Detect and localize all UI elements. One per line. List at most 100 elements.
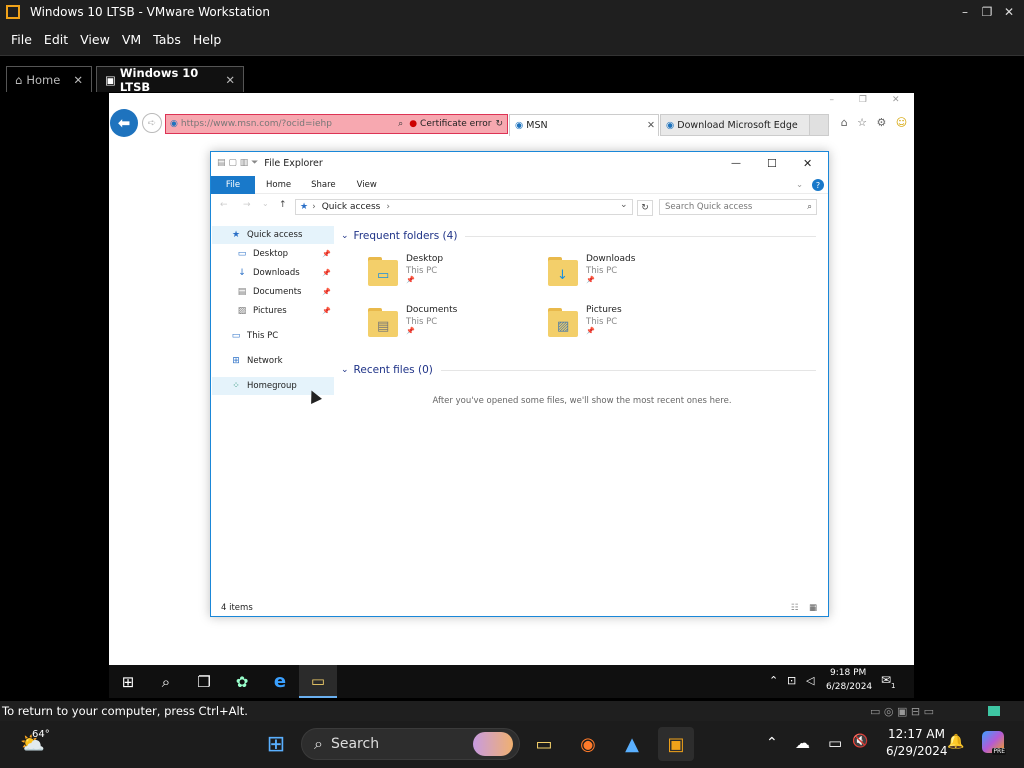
tab-vm-close-icon[interactable]: ✕ [225, 73, 235, 87]
network-tray-icon[interactable]: ⊡ [787, 674, 796, 687]
nav-back-icon[interactable]: ← [220, 200, 228, 210]
host-search-box[interactable]: ⌕ Search [301, 728, 520, 760]
action-center-icon[interactable]: ✉ [881, 673, 891, 687]
app-icon[interactable]: ✿ [223, 665, 261, 698]
home-icon[interactable]: ⌂ [841, 116, 848, 132]
ribbon-view-tab[interactable]: View [357, 180, 377, 190]
menu-file[interactable]: File [11, 32, 32, 47]
cert-error-label[interactable]: Certificate error [420, 119, 491, 129]
copilot-icon[interactable]: PRE [982, 731, 1006, 755]
host-clock-time[interactable]: 12:17 AM [888, 727, 945, 741]
ribbon-expand-icon[interactable]: ⌄ [796, 180, 803, 190]
nav-item-desktop[interactable]: ▭ Desktop 📌 [212, 245, 334, 263]
explorer-minimize-button[interactable]: — [731, 158, 741, 169]
task-view-icon[interactable]: ❐ [185, 665, 223, 698]
folder-tile-desktop[interactable]: ▭ Desktop This PC 📌 [368, 254, 538, 294]
explorer-address-bar[interactable]: ★ › Quick access › ⌄ [295, 199, 633, 215]
ie-minimize-button[interactable]: – [829, 95, 834, 109]
gear-icon[interactable]: ⚙ [876, 116, 886, 132]
nav-label: This PC [247, 331, 279, 341]
windows-start-icon[interactable]: ⊞ [258, 727, 294, 761]
folder-tile-pictures[interactable]: ▨ Pictures This PC 📌 [548, 305, 718, 345]
maximize-button[interactable]: ❐ [976, 0, 998, 24]
nav-item-pictures[interactable]: ▨ Pictures 📌 [212, 302, 334, 320]
ribbon-home-tab[interactable]: Home [266, 180, 291, 190]
recent-locations-icon[interactable]: ⌄ [262, 199, 269, 208]
address-bar[interactable]: ◉ https://www.msn.com/?ocid=iehp ⌕ ● Cer… [165, 114, 508, 134]
photos-icon[interactable]: ▲ [614, 727, 650, 761]
menu-edit[interactable]: Edit [44, 32, 68, 47]
minimize-button[interactable]: – [954, 0, 976, 24]
tray-chevron-icon[interactable]: ⌃ [766, 735, 778, 751]
refresh-icon[interactable]: ↻ [495, 119, 503, 129]
internet-explorer-icon[interactable]: e [261, 665, 299, 698]
folder-tile-downloads[interactable]: ↓ Downloads This PC 📌 [548, 254, 718, 294]
help-icon[interactable]: ? [812, 179, 824, 191]
ie-tab-download-edge[interactable]: ◉ Download Microsoft Edge [660, 114, 828, 136]
search-input[interactable]: Search Quick access ⌕ [659, 199, 817, 215]
close-button[interactable]: ✕ [998, 0, 1020, 24]
breadcrumb-separator-end[interactable]: › [386, 202, 390, 212]
weather-temp[interactable]: 64° [32, 729, 50, 740]
search-icon[interactable]: ⌕ [147, 665, 185, 698]
explorer-close-button[interactable]: ✕ [803, 157, 812, 170]
nav-forward-icon[interactable]: → [243, 200, 251, 210]
url-text[interactable]: https://www.msn.com/?ocid=iehp [181, 119, 398, 129]
bell-icon[interactable]: 🔔 [947, 734, 964, 750]
volume-muted-icon[interactable]: 🔇 [852, 734, 868, 749]
pin-icon: 📌 [586, 276, 595, 284]
explorer-maximize-button[interactable]: ☐ [767, 157, 777, 170]
host-clock-date[interactable]: 6/29/2024 [886, 744, 948, 758]
details-view-icon[interactable]: ☷ [791, 603, 799, 613]
vmware-taskbar-icon[interactable]: ▣ [658, 727, 694, 761]
tab-msn-close-icon[interactable]: ✕ [647, 120, 655, 131]
ie-close-button[interactable]: ✕ [892, 95, 900, 109]
pin-icon: 📌 [406, 276, 415, 284]
address-refresh-icon[interactable]: ↻ [637, 200, 653, 216]
breadcrumb-quick-access[interactable]: Quick access [322, 202, 381, 212]
file-explorer-taskbar-icon[interactable]: ▭ [299, 665, 337, 698]
menu-help[interactable]: Help [193, 32, 222, 47]
address-dropdown-icon[interactable]: ⌄ [620, 200, 628, 210]
nav-item-documents[interactable]: ▤ Documents 📌 [212, 283, 334, 301]
recent-files-header[interactable]: ⌄ Recent files (0) [341, 364, 816, 376]
nav-up-icon[interactable]: ↑ [279, 200, 287, 210]
smiley-icon[interactable]: ☺ [896, 116, 907, 132]
message-icon[interactable] [988, 706, 1000, 716]
ie-tab-msn[interactable]: ◉ MSN ✕ [509, 114, 659, 136]
tab-home-close-icon[interactable]: ✕ [73, 73, 83, 87]
file-explorer-icon[interactable]: ▭ [526, 727, 562, 761]
back-icon[interactable]: ⬅ [110, 109, 138, 137]
nav-item-downloads[interactable]: ↓ Downloads 📌 [212, 264, 334, 282]
frequent-folders-header[interactable]: ⌄ Frequent folders (4) [341, 230, 816, 242]
guest-clock-time[interactable]: 9:18 PM [830, 668, 866, 678]
search-icon[interactable]: ⌕ [398, 119, 403, 129]
guest-clock-date[interactable]: 6/28/2024 [826, 682, 872, 692]
ie-restore-button[interactable]: ❐ [859, 95, 867, 109]
pin-icon: 📌 [322, 307, 331, 315]
menu-vm[interactable]: VM [122, 32, 141, 47]
large-icons-view-icon[interactable]: ▦ [809, 603, 817, 613]
firefox-icon[interactable]: ◉ [570, 727, 606, 761]
new-tab-button[interactable] [809, 114, 829, 136]
nav-item-network[interactable]: ⊞ Network [212, 352, 334, 370]
menu-view[interactable]: View [80, 32, 110, 47]
display-icon[interactable]: ▭ [828, 734, 842, 752]
ribbon-share-tab[interactable]: Share [311, 180, 336, 190]
tab-home[interactable]: ⌂ Home ✕ [6, 66, 92, 92]
nav-item-quick-access[interactable]: ★ Quick access [212, 226, 334, 244]
forward-icon[interactable]: ➪ [142, 113, 162, 133]
onedrive-icon[interactable]: ☁ [795, 734, 810, 752]
device-icons[interactable]: ▭ ◎ ▣ ⊟ ▭ [870, 705, 934, 718]
ribbon-file-tab[interactable]: File [211, 175, 255, 194]
menu-tabs[interactable]: Tabs [153, 32, 181, 47]
folder-tile-documents[interactable]: ▤ Documents This PC 📌 [368, 305, 538, 345]
volume-tray-icon[interactable]: ◁ [806, 674, 814, 687]
nav-item-this-pc[interactable]: ▭ This PC [212, 327, 334, 345]
start-button-icon[interactable]: ⊞ [109, 665, 147, 698]
search-icon[interactable]: ⌕ [807, 202, 812, 212]
tab-windows-10-ltsb[interactable]: ▣ Windows 10 LTSB ✕ [96, 66, 244, 94]
favorites-icon[interactable]: ☆ [857, 116, 867, 132]
tray-chevron-icon[interactable]: ⌃ [769, 674, 778, 687]
breadcrumb-separator[interactable]: › [312, 202, 316, 212]
